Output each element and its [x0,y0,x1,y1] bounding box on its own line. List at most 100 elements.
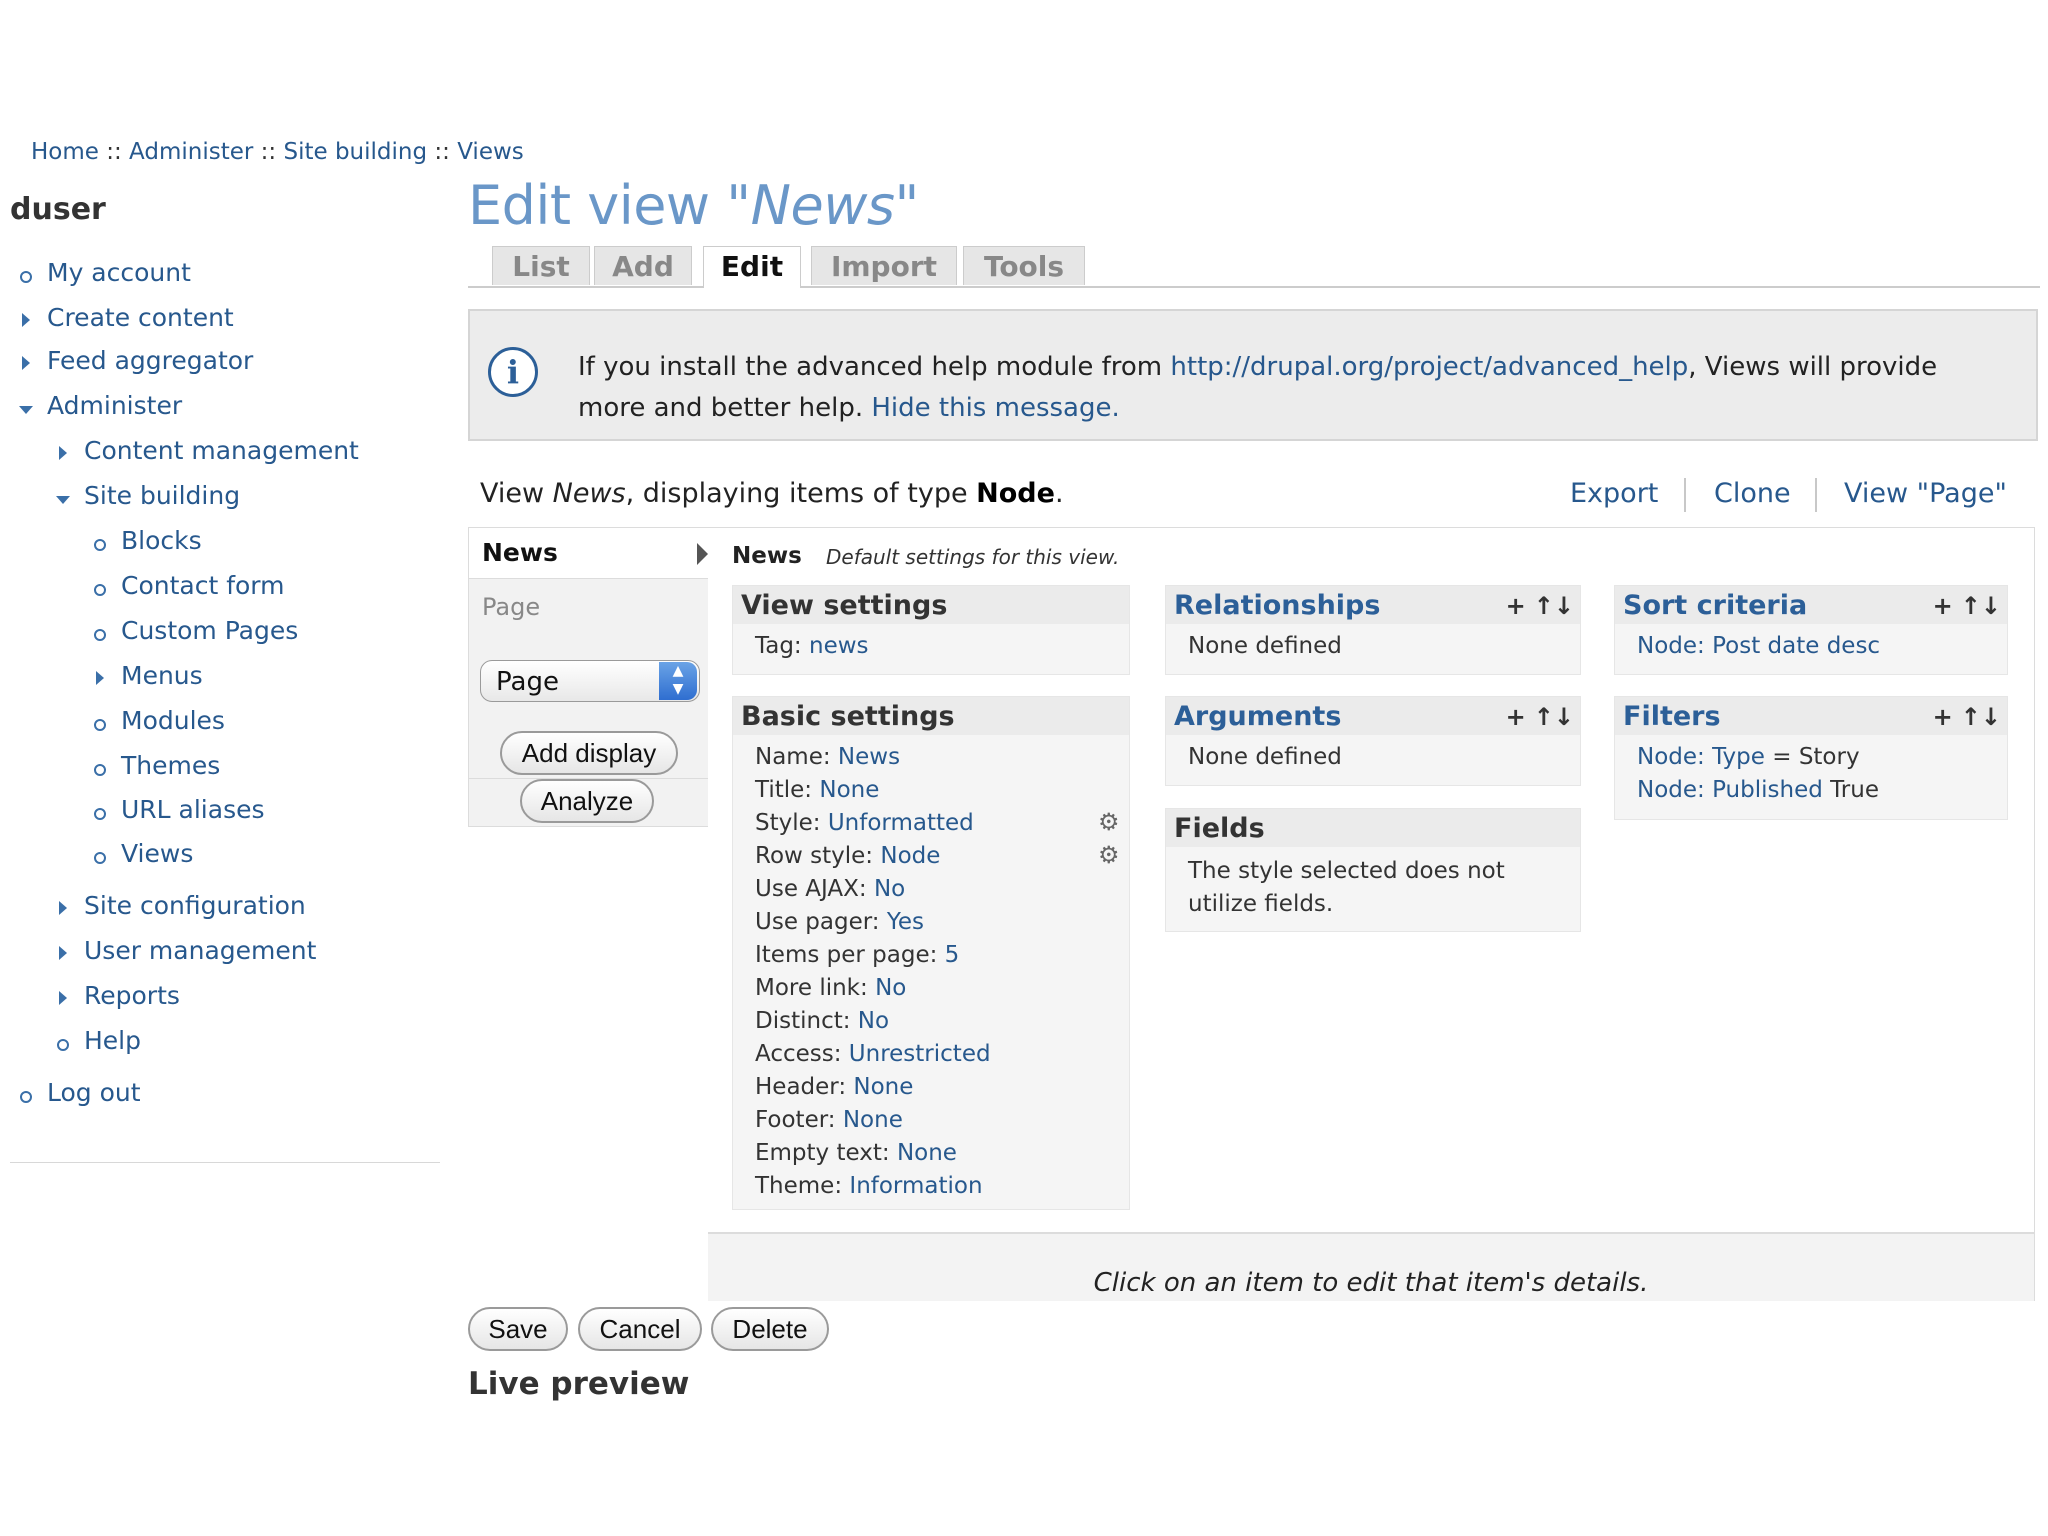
filter-label[interactable]: Node: [1637,744,1712,770]
breadcrumb-views[interactable]: Views [457,139,524,165]
setting-row-theme[interactable]: Theme: Information [755,1173,983,1199]
sidebar-item-url-aliases[interactable]: URL aliases [90,795,265,824]
save-button[interactable]: Save [468,1307,568,1351]
analyze-button[interactable]: Analyze [520,779,654,823]
setting-value[interactable]: None [843,1107,903,1133]
sidebar-item-label[interactable]: Site configuration [84,891,306,920]
setting-row-items-per-page[interactable]: Items per page: 5 [755,942,959,968]
sidebar-item-log-out[interactable]: Log out [16,1078,141,1107]
sidebar-item-administer[interactable]: Administer [16,391,182,420]
sidebar-item-feed-aggregator[interactable]: Feed aggregator [16,346,253,375]
tab-add[interactable]: Add [594,246,692,285]
sidebar-item-label[interactable]: Administer [47,391,182,420]
add-icon[interactable]: + [1933,703,1953,731]
delete-button[interactable]: Delete [711,1307,829,1351]
relationships-title[interactable]: Relationships [1174,590,1380,621]
setting-value[interactable]: Unrestricted [849,1041,991,1067]
sidebar-item-label[interactable]: Contact form [121,571,285,600]
setting-row-empty-text[interactable]: Empty text: None [755,1140,957,1166]
filters-title[interactable]: Filters [1623,701,1721,732]
sort-criteria-title[interactable]: Sort criteria [1623,590,1807,621]
setting-value[interactable]: No [858,1008,889,1034]
sort-label[interactable]: Node: [1637,633,1712,659]
tab-import[interactable]: Import [811,246,957,285]
setting-row-header[interactable]: Header: None [755,1074,913,1100]
sort-row-post-date[interactable]: Node: Post date desc [1637,633,1880,659]
setting-value[interactable]: Node [880,843,940,869]
hide-message-link[interactable]: Hide this message. [871,393,1119,423]
tab-list[interactable]: List [492,246,590,285]
filter-row-type[interactable]: Node: Type = Story [1637,744,1860,770]
setting-value[interactable]: None [853,1074,913,1100]
sidebar-item-label[interactable]: Custom Pages [121,616,298,645]
rearrange-icon[interactable]: ↑↓ [1961,703,2001,731]
sidebar-item-views[interactable]: Views [90,839,193,868]
filter-field[interactable]: Published [1712,777,1823,803]
sidebar-item-label[interactable]: Views [121,839,193,868]
style-settings-gear-icon[interactable]: ⚙ [1098,808,1120,836]
setting-row-access[interactable]: Access: Unrestricted [755,1041,991,1067]
sidebar-item-contact-form[interactable]: Contact form [90,571,285,600]
sidebar-item-label[interactable]: Create content [47,303,234,332]
display-tab-news-label[interactable]: News [482,538,558,567]
sidebar-item-create-content[interactable]: Create content [16,303,234,332]
sidebar-item-label[interactable]: User management [84,936,316,965]
tab-edit[interactable]: Edit [703,246,801,288]
filter-row-published[interactable]: Node: Published True [1637,777,1879,803]
row-style-settings-gear-icon[interactable]: ⚙ [1098,841,1120,869]
setting-value[interactable]: No [874,876,905,902]
setting-value[interactable]: Unformatted [828,810,974,836]
sidebar-item-custom-pages[interactable]: Custom Pages [90,616,298,645]
sidebar-item-reports[interactable]: Reports [53,981,180,1010]
setting-row-row-style[interactable]: Row style: Node [755,843,940,869]
add-display-button[interactable]: Add display [500,731,678,775]
sidebar-item-label[interactable]: Modules [121,706,225,735]
select-arrows-icon[interactable]: ▲ ▼ [659,662,697,700]
sidebar-item-modules[interactable]: Modules [90,706,225,735]
sidebar-item-label[interactable]: Reports [84,981,180,1010]
setting-row-tag[interactable]: Tag: news [755,633,869,659]
rearrange-icon[interactable]: ↑↓ [1534,592,1574,620]
filter-field[interactable]: Type [1712,744,1765,770]
sort-value[interactable]: Post date desc [1712,633,1880,659]
setting-value[interactable]: news [809,633,869,659]
sidebar-item-help[interactable]: Help [53,1026,141,1055]
sidebar-item-label[interactable]: Site building [84,481,240,510]
sidebar-item-label[interactable]: Menus [121,661,203,690]
export-link[interactable]: Export [1570,478,1658,509]
sidebar-item-my-account[interactable]: My account [16,258,191,287]
sidebar-item-content-management[interactable]: Content management [53,436,359,465]
setting-row-use-ajax[interactable]: Use AJAX: No [755,876,905,902]
sidebar-item-themes[interactable]: Themes [90,751,220,780]
setting-row-style[interactable]: Style: Unformatted [755,810,974,836]
sidebar-item-label[interactable]: My account [47,258,191,287]
sidebar-item-label[interactable]: Feed aggregator [47,346,253,375]
breadcrumb-home[interactable]: Home [31,139,99,165]
sidebar-item-user-management[interactable]: User management [53,936,316,965]
sidebar-item-label[interactable]: Content management [84,436,359,465]
clone-link[interactable]: Clone [1714,478,1791,509]
sidebar-item-label[interactable]: Blocks [121,526,202,555]
setting-value[interactable]: Information [849,1173,982,1199]
tab-tools[interactable]: Tools [963,246,1085,285]
sidebar-item-label[interactable]: Themes [121,751,220,780]
sidebar-item-site-configuration[interactable]: Site configuration [53,891,306,920]
setting-row-use-pager[interactable]: Use pager: Yes [755,909,924,935]
setting-row-name[interactable]: Name: News [755,744,900,770]
setting-row-distinct[interactable]: Distinct: No [755,1008,889,1034]
breadcrumb-site-building[interactable]: Site building [283,139,427,165]
filter-label[interactable]: Node: [1637,777,1712,803]
sidebar-item-label[interactable]: Help [84,1026,141,1055]
advanced-help-link[interactable]: http://drupal.org/project/advanced_help [1170,352,1688,382]
rearrange-icon[interactable]: ↑↓ [1534,703,1574,731]
setting-value[interactable]: None [897,1140,957,1166]
setting-value[interactable]: None [819,777,879,803]
setting-row-more-link[interactable]: More link: No [755,975,906,1001]
sidebar-item-label[interactable]: Log out [47,1078,141,1107]
sidebar-item-blocks[interactable]: Blocks [90,526,202,555]
add-icon[interactable]: + [1933,592,1953,620]
setting-value[interactable]: Yes [887,909,924,935]
setting-value[interactable]: News [838,744,900,770]
breadcrumb-administer[interactable]: Administer [129,139,253,165]
sidebar-item-label[interactable]: URL aliases [121,795,265,824]
